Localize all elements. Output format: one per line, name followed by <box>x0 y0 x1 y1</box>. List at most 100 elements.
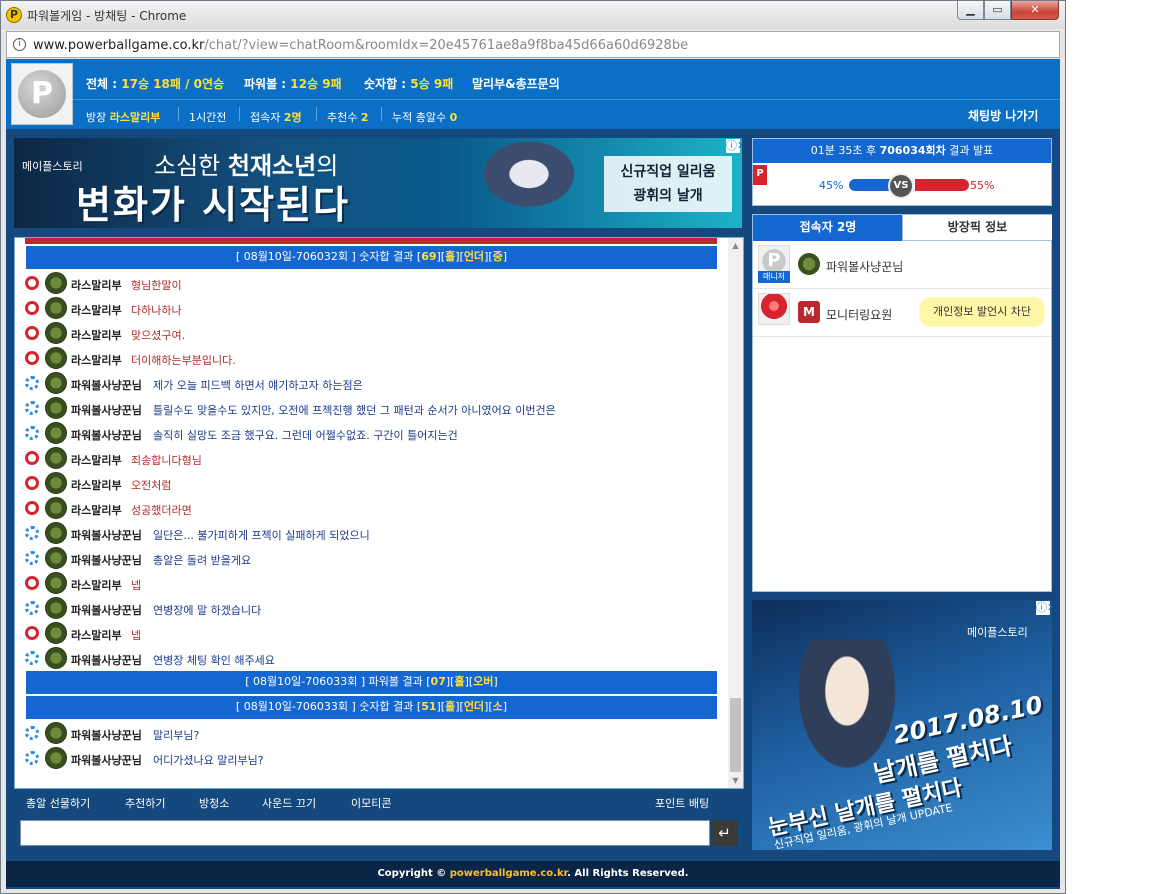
sys-value: 오버 <box>473 675 494 688</box>
chat-message: 라스말리부 넵 <box>15 621 727 646</box>
ad-brand: 메이플스토리 <box>22 160 83 173</box>
clear-room-button[interactable]: 방청소 <box>199 795 229 811</box>
room-header: P 전체 : 17승 18패 / 0연승 파워볼 : 12승 9패 숫자합 : … <box>6 59 1060 129</box>
malibu-inquiry-link[interactable]: 말리부&총프문의 <box>472 75 560 92</box>
minimize-button[interactable]: ▁ <box>957 1 984 20</box>
message-nickname[interactable]: 라스말리부 <box>71 627 122 643</box>
system-result-row: [ 08월10일-706032회 ] 숫자합 결과 [69][홀][언더][중] <box>26 246 717 269</box>
scroll-down-icon[interactable]: ▼ <box>728 773 743 788</box>
chat-message: 라스말리부 맞으셨구여. <box>15 321 727 346</box>
top-banner-ad[interactable]: 메이플스토리 소심한 천재소년의 변화가 시작된다 신규직업 일리움 광휘의 날개… <box>14 138 742 228</box>
address-bar[interactable]: i www.powerballgame.co.kr/chat/?view=cha… <box>6 31 1060 58</box>
message-text: 어디가셨나요 말리부님? <box>153 754 264 767</box>
sys-value: 69 <box>421 250 437 263</box>
message-text: 연병장에 말 하겠습니다 <box>153 604 262 617</box>
send-button[interactable]: ↵ <box>711 820 738 846</box>
level-badge-icon <box>45 422 67 444</box>
message-nickname[interactable]: 라스말리부 <box>71 352 122 368</box>
stat-total-value: 17승 18패 / 0연승 <box>121 77 225 91</box>
url-path: /chat/?view=chatRoom&roomIdx=20e45761ae8… <box>204 38 689 53</box>
recommend-count: 추천수 2 <box>327 109 369 125</box>
message-nickname[interactable]: 파워볼사냥꾼님 <box>71 527 142 543</box>
scroll-up-icon[interactable]: ▲ <box>728 238 743 253</box>
message-nickname[interactable]: 라스말리부 <box>71 302 122 318</box>
message-group: 라스말리부 형님한말이 라스말리부 다하나하나 라스말리부 맞으셨구여. 라스말리부 더이해하… <box>15 271 727 671</box>
message-nickname[interactable]: 라스말리부 <box>71 452 122 468</box>
emoticon-button[interactable]: 이모티콘 <box>351 795 391 811</box>
message-text: 일단은... 불가피하게 프젝이 실패하게 되었으니 <box>153 529 370 542</box>
message-nickname[interactable]: 라스말리부 <box>71 277 122 293</box>
user-row[interactable]: M 모니터링요원 개인정보 발언시 차단 <box>753 289 1051 337</box>
scroll-thumb[interactable] <box>730 698 741 772</box>
sys-text: ][ <box>484 700 493 713</box>
close-window-button[interactable]: ✕ <box>1011 1 1059 20</box>
ad-close-icon[interactable]: ⓘ✕ <box>1036 601 1052 615</box>
leave-room-button[interactable]: 채팅방 나가기 <box>968 107 1038 124</box>
message-nickname[interactable]: 파워볼사냥꾼님 <box>71 427 142 443</box>
message-nickname[interactable]: 라스말리부 <box>71 327 122 343</box>
ad-brand: 메이플스토리 <box>967 626 1028 639</box>
chat-menu: 총알 선물하기 추천하기 방청소 사운드 끄기 이모티콘 포인트 배팅 <box>14 789 744 815</box>
message-text: 맞으셨구여. <box>131 329 186 342</box>
message-nickname[interactable]: 파워볼사냥꾼님 <box>71 752 142 768</box>
message-nickname[interactable]: 파워볼사냥꾼님 <box>71 552 142 568</box>
gift-bullet-button[interactable]: 총알 선물하기 <box>26 795 90 811</box>
message-group: 파워볼사냥꾼님 말리부님? 파워볼사냥꾼님 어디가셨나요 말리부님? <box>15 721 727 771</box>
vs-badge: VS <box>888 173 914 199</box>
chat-scrollbar[interactable]: ▲ ▼ <box>728 238 743 788</box>
manager-tag: 매니저 <box>758 271 790 283</box>
chat-message: 파워볼사냥꾼님 연병장 체팅 확인 해주세요 <box>15 646 727 671</box>
user-row[interactable]: P 매니저 파워볼사냥꾼님 <box>753 241 1051 289</box>
powerball-flag-icon: P <box>753 165 767 185</box>
desktop-background <box>1066 0 1152 894</box>
sys-value: 언더 <box>463 700 485 713</box>
tab-owner-pick[interactable]: 방장픽 정보 <box>902 215 1052 241</box>
level-badge-icon <box>45 447 67 469</box>
sys-text: ][ <box>436 700 446 713</box>
message-text: 제가 오늘 피드백 하면서 얘기하고자 하는점은 <box>153 379 363 392</box>
ad-close-icon[interactable]: ⓘ✕ <box>726 139 742 153</box>
chat-input-area: ↵ <box>14 815 744 853</box>
side-banner-ad[interactable]: 메이플스토리 2017.08.10 날개를 펼치다 눈부신 날개를 펼치다 신규… <box>752 600 1052 850</box>
sys-value: 홀 <box>454 675 465 688</box>
message-nickname[interactable]: 파워볼사냥꾼님 <box>71 377 142 393</box>
recommend-button[interactable]: 추천하기 <box>125 795 165 811</box>
ad-character-illustration <box>454 138 604 228</box>
powerball-app-icon: P <box>6 7 22 23</box>
chat-input[interactable] <box>20 820 710 846</box>
sound-off-button[interactable]: 사운드 끄기 <box>262 795 316 811</box>
level-badge-icon <box>45 347 67 369</box>
maximize-button[interactable]: ▭ <box>984 1 1011 20</box>
browser-window: P 파워볼게임 - 방채팅 - Chrome ▁ ▭ ✕ i www.power… <box>0 0 1066 894</box>
user-name: 모니터링요원 <box>826 308 893 322</box>
owner-marker-icon <box>25 301 39 315</box>
message-nickname[interactable]: 라스말리부 <box>71 502 122 518</box>
footer-link[interactable]: powerballgame.co.kr <box>450 868 567 879</box>
recommend-count-label: 추천수 <box>327 111 358 124</box>
message-nickname[interactable]: 파워볼사냥꾼님 <box>71 602 142 618</box>
ad-callout: 신규직업 일리움 광휘의 날개 <box>604 156 732 212</box>
message-text: 넵 <box>131 579 142 592</box>
info-icon[interactable]: i <box>13 38 26 51</box>
chat-message: 파워볼사냥꾼님 솔직히 실망도 조금 했구요. 그런데 어쩔수없죠. 구간이 틀어… <box>15 421 727 446</box>
url-text[interactable]: www.powerballgame.co.kr/chat/?view=chatR… <box>33 38 688 53</box>
message-nickname[interactable]: 라스말리부 <box>71 577 122 593</box>
chat-message-list: [ 08월10일-706032회 ] 숫자합 결과 [69][홀][언더][중]… <box>15 246 727 771</box>
sys-text: ][ <box>484 250 493 263</box>
member-marker-icon <box>25 651 39 665</box>
ad-main-slogan: 변화가 시작된다 <box>76 183 350 227</box>
member-marker-icon <box>25 426 39 440</box>
message-nickname[interactable]: 파워볼사냥꾼님 <box>71 652 142 668</box>
header-divider <box>73 99 1060 100</box>
message-nickname[interactable]: 라스말리부 <box>71 477 122 493</box>
message-nickname[interactable]: 파워볼사냥꾼님 <box>71 402 142 418</box>
message-nickname[interactable]: 파워볼사냥꾼님 <box>71 727 142 743</box>
sys-value: 언더 <box>463 250 485 263</box>
owner-marker-icon <box>25 326 39 340</box>
chat-message: 라스말리부 다하나하나 <box>15 296 727 321</box>
tab-users[interactable]: 접속자 2명 <box>753 215 903 241</box>
right-percent: 55% <box>970 179 995 192</box>
page: P 전체 : 17승 18패 / 0연승 파워볼 : 12승 9패 숫자합 : … <box>6 59 1060 889</box>
point-bet-button[interactable]: 포인트 배팅 <box>655 795 709 811</box>
sys-text: [ 08월10일-706032회 ] 숫자합 결과 [ <box>235 250 422 263</box>
